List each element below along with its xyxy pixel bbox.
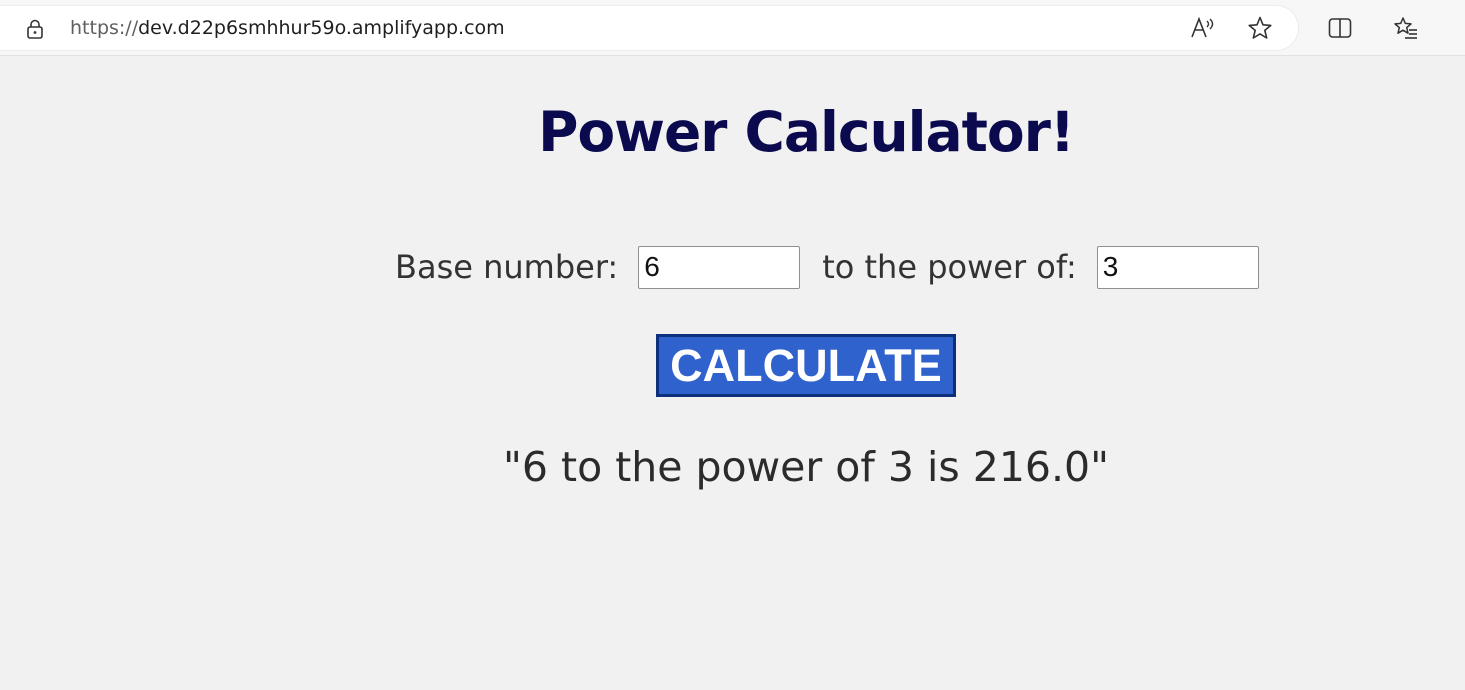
page-title: Power Calculator! [538,100,1075,164]
split-screen-icon[interactable] [1326,14,1354,42]
power-input[interactable] [1096,245,1259,289]
url-host: dev.d22p6smhhur59o.amplifyapp.com [138,17,505,39]
favorite-star-icon[interactable] [1246,14,1274,42]
lock-icon[interactable] [24,18,46,40]
url-scheme: https:// [70,17,139,39]
base-number-label: Base number: [395,248,619,286]
result-text: "6 to the power of 3 is 216.0" [503,443,1109,491]
collections-icon[interactable] [1456,14,1465,42]
power-form: Base number: to the power of: [395,244,1259,290]
browser-toolbar: https://dev.d22p6smhhur59o.amplifyapp.co… [0,0,1465,56]
favorites-list-icon[interactable] [1392,14,1420,42]
address-url[interactable]: https://dev.d22p6smhhur59o.amplifyapp.co… [70,17,505,39]
base-number-input[interactable] [638,245,801,289]
address-bar[interactable]: https://dev.d22p6smhhur59o.amplifyapp.co… [0,6,1298,50]
calculate-button[interactable]: CALCULATE [656,334,956,397]
power-label: to the power of: [822,248,1077,286]
read-aloud-icon[interactable] [1188,14,1216,42]
